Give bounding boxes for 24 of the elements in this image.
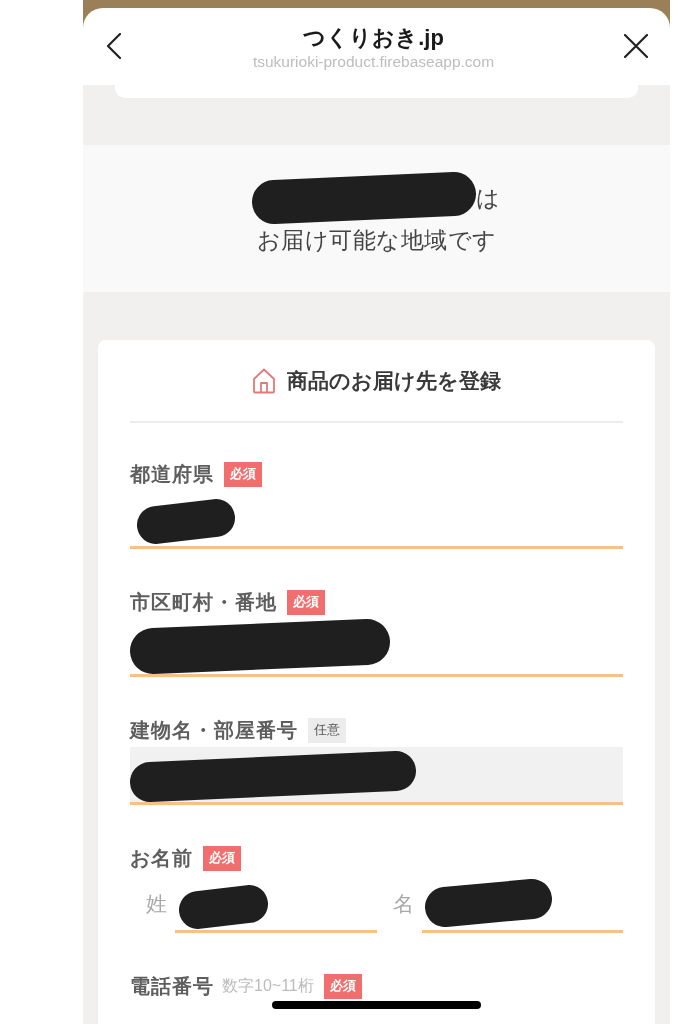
back-button[interactable] bbox=[105, 32, 123, 60]
required-badge: 必須 bbox=[203, 845, 241, 871]
field-hint: 数字10~11桁 bbox=[222, 976, 314, 996]
page-title: つくりおき.jp bbox=[303, 24, 444, 52]
page-url: tsukurioki-product.firebaseapp.com bbox=[252, 52, 495, 72]
house-icon bbox=[252, 368, 276, 394]
required-badge: 必須 bbox=[287, 589, 325, 615]
notice-text: は bbox=[476, 184, 501, 213]
optional-badge: 任意 bbox=[308, 717, 346, 743]
required-badge: 必須 bbox=[323, 973, 362, 999]
field-label: お名前 bbox=[130, 846, 193, 871]
name-part-label: 名 bbox=[392, 891, 414, 917]
field-label: 建物名・部屋番号 bbox=[130, 718, 298, 743]
field-label: 電話番号 bbox=[130, 974, 214, 999]
field-label: 都道府県 bbox=[130, 462, 214, 487]
notice-text: お届け可能な地域です bbox=[256, 226, 497, 255]
input-field[interactable] bbox=[130, 747, 623, 805]
back-icon bbox=[106, 33, 122, 59]
required-badge: 必須 bbox=[224, 461, 262, 487]
close-icon bbox=[624, 34, 648, 58]
name-part-label: 姓 bbox=[146, 891, 167, 917]
close-button[interactable] bbox=[624, 34, 648, 58]
field-label: 市区町村・番地 bbox=[130, 590, 277, 615]
form-title: 商品のお届け先を登録 bbox=[287, 368, 501, 394]
